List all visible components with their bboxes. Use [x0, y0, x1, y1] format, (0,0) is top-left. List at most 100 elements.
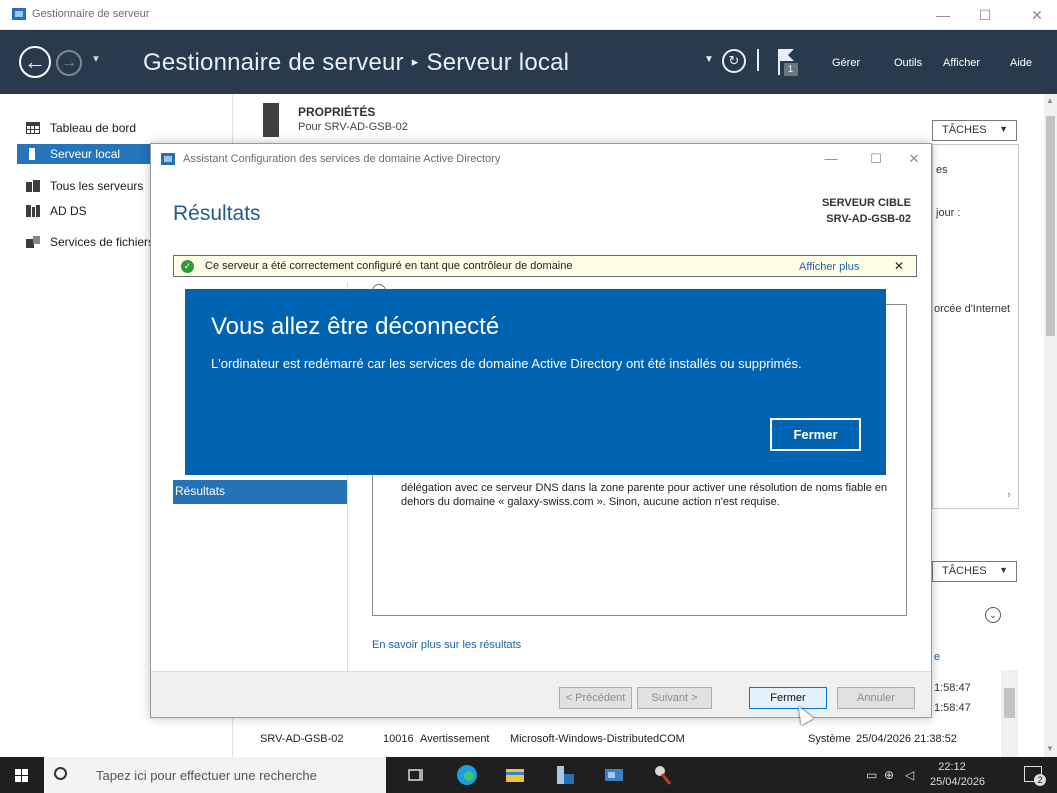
menu-tools[interactable]: Outils — [894, 57, 922, 69]
properties-subtitle: Pour SRV-AD-GSB-02 — [298, 121, 408, 133]
sidebar-item-dashboard[interactable]: Tableau de bord — [17, 118, 233, 138]
scroll-right-icon[interactable]: › — [1007, 489, 1011, 501]
event-level: Avertissement — [420, 733, 490, 745]
wizard-minimize-button[interactable]: — — [816, 149, 846, 169]
breadcrumb-current: Serveur local — [426, 49, 570, 76]
search-icon — [54, 767, 67, 780]
learn-more-link[interactable]: En savoir plus sur les résultats — [372, 639, 521, 651]
tasks-label: TÂCHES — [942, 565, 987, 577]
menu-manage[interactable]: Gérer — [832, 57, 860, 69]
scrollbar-thumb[interactable] — [1046, 116, 1055, 336]
globe-icon[interactable]: ⊕ — [884, 768, 894, 782]
success-banner: ✓ Ce serveur a été correctement configur… — [173, 255, 917, 277]
wizard-heading: Résultats — [173, 202, 261, 225]
properties-panel — [932, 144, 1019, 509]
wizard-title: Assistant Configuration des services de … — [183, 153, 501, 165]
server-properties-icon — [263, 103, 279, 137]
clock[interactable]: 22:12 25/04/2026 — [930, 760, 985, 790]
next-button[interactable]: Suivant > — [637, 687, 712, 709]
events-scrollbar[interactable] — [1001, 670, 1018, 757]
volume-muted-icon[interactable]: ◁ — [905, 768, 914, 782]
clock-time: 22:12 — [938, 761, 966, 773]
notice-heading: Vous allez être déconnecté — [211, 313, 500, 340]
notice-close-button[interactable]: Fermer — [770, 418, 861, 451]
properties-title: PROPRIÉTÉS — [298, 105, 376, 119]
event-log: Système — [808, 733, 851, 745]
notifications-count: 1 — [788, 64, 794, 74]
wizard-step-results[interactable]: Résultats — [173, 480, 347, 504]
action-center-icon[interactable]: 2 — [1024, 766, 1046, 786]
expand-chevron-icon[interactable]: ⌄ — [985, 607, 1001, 623]
wizard-step-label: Résultats — [175, 484, 226, 498]
wizard-titlebar: Assistant Configuration des services de … — [151, 144, 931, 174]
minimize-button[interactable]: — — [925, 4, 961, 26]
server-manager-taskbar-icon[interactable] — [553, 763, 577, 787]
network-icon[interactable]: ▭ — [866, 768, 877, 782]
target-server-label: SERVEUR CIBLE — [821, 197, 911, 209]
cancel-button[interactable]: Annuler — [837, 687, 915, 709]
bg-text: e — [934, 651, 941, 663]
header-divider — [757, 49, 759, 71]
sidebar-item-label: Tableau de bord — [50, 121, 137, 135]
server-manager-app-icon — [12, 8, 26, 20]
tasks-dropdown-events[interactable]: TÂCHES ▼ — [932, 561, 1017, 582]
scroll-down-icon[interactable]: ▼ — [1046, 744, 1054, 753]
close-window-button[interactable]: ✕ — [1019, 4, 1055, 26]
refresh-icon[interactable]: ↻ — [722, 49, 746, 73]
main-scrollbar[interactable]: ▲ ▼ — [1044, 94, 1057, 757]
close-icon[interactable]: ✕ — [894, 259, 904, 273]
control-panel-icon[interactable] — [602, 763, 626, 787]
back-arrow-icon[interactable]: ← — [19, 46, 51, 78]
server-icon — [26, 148, 40, 160]
check-icon: ✓ — [181, 260, 194, 273]
menu-help[interactable]: Aide — [1010, 57, 1032, 69]
chevron-down-icon: ▼ — [999, 124, 1008, 134]
chevron-down-icon: ▼ — [999, 565, 1008, 575]
breadcrumb-separator-icon: ▸ — [411, 54, 419, 69]
banner-message: Ce serveur a été correctement configuré … — [205, 260, 573, 272]
tasks-dropdown[interactable]: TÂCHES ▼ — [932, 120, 1017, 141]
show-more-link[interactable]: Afficher plus — [799, 261, 859, 273]
wizard-maximize-button[interactable]: ☐ — [861, 149, 891, 169]
event-id: 10016 — [383, 733, 414, 745]
window-title: Gestionnaire de serveur — [32, 8, 150, 20]
sidebar-item-label: Tous les serveurs — [50, 179, 144, 193]
event-date: 25/04/2026 21:38:52 — [856, 733, 957, 745]
bg-text: jour : — [936, 207, 961, 219]
edge-browser-icon[interactable] — [455, 763, 479, 787]
bg-text: orcée d'Internet — [934, 303, 1011, 315]
notice-message: L'ordinateur est redémarré car les servi… — [211, 356, 802, 371]
admin-tools-icon[interactable] — [650, 763, 674, 787]
file-explorer-icon[interactable] — [503, 763, 527, 787]
previous-button[interactable]: < Précédent — [559, 687, 632, 709]
sign-out-notice: Vous allez être déconnecté L'ordinateur … — [185, 289, 886, 475]
all-servers-icon — [26, 180, 40, 192]
event-time: 1:58:47 — [934, 702, 971, 714]
bg-text: es — [936, 164, 948, 176]
header-dropdown-icon[interactable]: ▼ — [704, 54, 714, 65]
maximize-button[interactable]: ☐ — [967, 4, 1003, 26]
scrollbar-thumb[interactable] — [1004, 688, 1015, 718]
taskbar: Tapez ici pour effectuer une recherche ▭… — [0, 757, 1057, 793]
wizard-close-button[interactable]: ✕ — [899, 149, 929, 169]
breadcrumb: Gestionnaire de serveur ▸ Serveur local — [143, 49, 569, 77]
breadcrumb-root: Gestionnaire de serveur — [143, 49, 404, 76]
forward-arrow-icon[interactable]: → — [56, 50, 82, 76]
event-source: Microsoft-Windows-DistributedCOM — [510, 733, 685, 745]
server-manager-app-icon — [161, 153, 175, 165]
ad-ds-icon — [26, 205, 40, 217]
server-manager-header: ← → ▼ Gestionnaire de serveur ▸ Serveur lo… — [0, 30, 1057, 94]
results-text: délégation avec ce serveur DNS dans la z… — [401, 482, 888, 508]
wizard-close-action-button[interactable]: Fermer — [749, 687, 827, 709]
notifications-flag-icon[interactable]: 1 — [776, 47, 800, 77]
event-server: SRV-AD-GSB-02 — [260, 733, 344, 745]
task-view-icon[interactable] — [404, 763, 428, 787]
taskbar-search-box[interactable]: Tapez ici pour effectuer une recherche — [44, 757, 386, 793]
history-dropdown-icon[interactable]: ▼ — [91, 54, 101, 65]
start-button[interactable] — [0, 757, 44, 793]
windows-logo-icon — [15, 769, 28, 782]
tasks-label: TÂCHES — [942, 124, 987, 136]
notification-count: 2 — [1034, 774, 1046, 786]
menu-view[interactable]: Afficher — [943, 57, 980, 69]
scroll-up-icon[interactable]: ▲ — [1046, 96, 1054, 105]
